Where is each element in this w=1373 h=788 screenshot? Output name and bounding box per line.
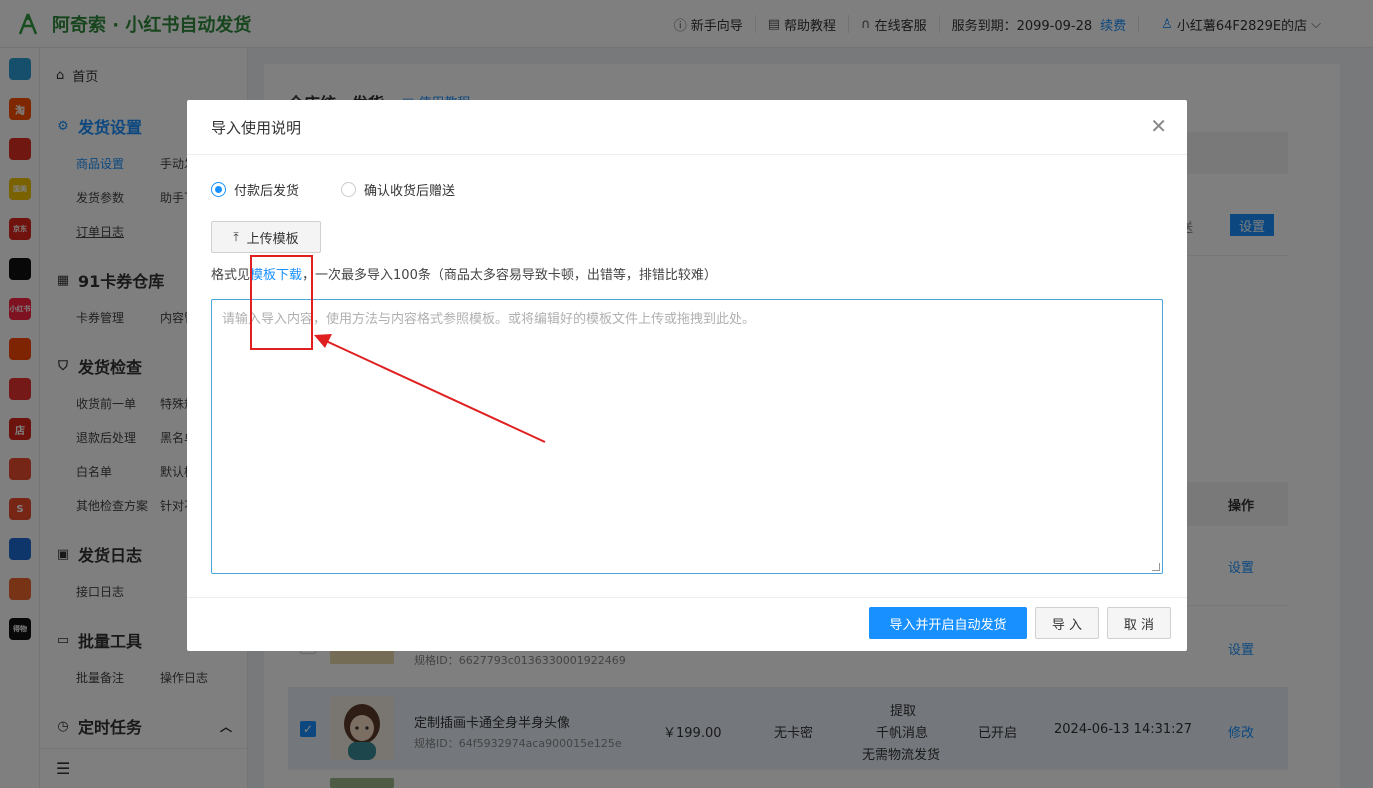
import-and-start-button[interactable]: 导入并开启自动发货 bbox=[869, 607, 1027, 639]
ship-mode-radio-group: 付款后发货 确认收货后赠送 bbox=[211, 180, 497, 199]
modal-title: 导入使用说明 bbox=[211, 118, 302, 137]
modal-header: 导入使用说明 ✕ bbox=[187, 100, 1187, 155]
upload-icon: ⤒ bbox=[233, 229, 239, 244]
radio-circle-checked[interactable] bbox=[211, 182, 226, 197]
import-modal: 导入使用说明 ✕ 付款后发货 确认收货后赠送 ⤒ 上传模板 格式见模板下载，一次… bbox=[187, 100, 1187, 651]
import-content-textarea[interactable]: 请输入导入内容，使用方法与内容格式参照模板。或将编辑好的模板文件上传或拖拽到此处… bbox=[211, 299, 1163, 574]
modal-footer: 导入并开启自动发货 导 入 取 消 bbox=[187, 597, 1187, 651]
format-prefix: 格式见 bbox=[211, 268, 251, 283]
resize-handle-icon[interactable] bbox=[1152, 563, 1160, 571]
format-suffix: ，一次最多导入100条（商品太多容易导致卡顿，出错等，排错比较难） bbox=[302, 268, 717, 283]
close-icon[interactable]: ✕ bbox=[1150, 116, 1167, 136]
radio-pay-ship-label: 付款后发货 bbox=[234, 184, 300, 199]
radio-pay-ship[interactable]: 付款后发货 bbox=[211, 180, 299, 199]
upload-template-button[interactable]: ⤒ 上传模板 bbox=[211, 221, 321, 253]
cancel-button[interactable]: 取 消 bbox=[1107, 607, 1171, 639]
radio-confirm-gift[interactable]: 确认收货后赠送 bbox=[341, 180, 455, 199]
radio-confirm-gift-label: 确认收货后赠送 bbox=[364, 184, 456, 199]
import-button[interactable]: 导 入 bbox=[1035, 607, 1099, 639]
annotation-highlight-box bbox=[250, 255, 313, 350]
radio-circle[interactable] bbox=[341, 182, 357, 197]
upload-template-label: 上传模板 bbox=[246, 231, 299, 247]
